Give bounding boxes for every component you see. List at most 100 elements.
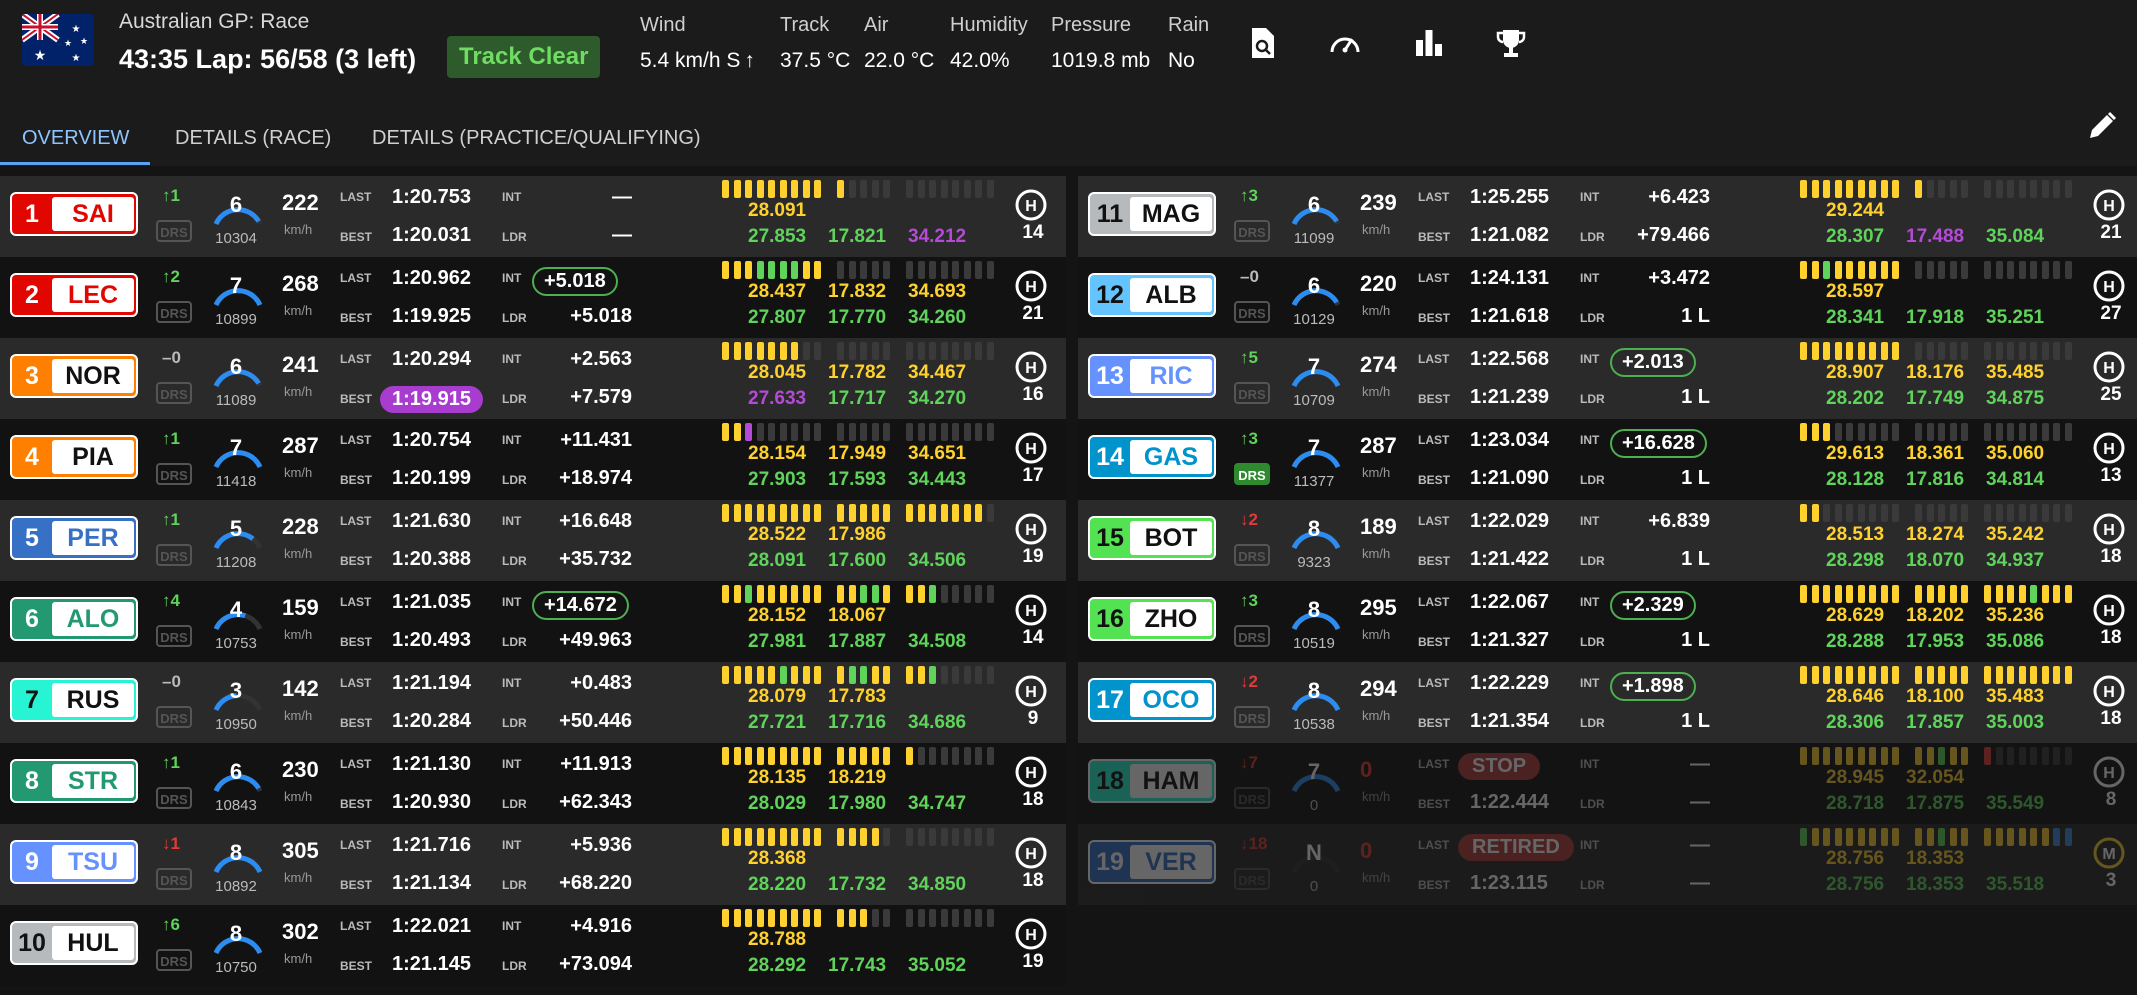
position-number: 8 [25, 767, 39, 795]
driver-badge[interactable]: 5 PER [10, 516, 138, 560]
mini-sector-bar [860, 180, 867, 198]
driver-row-tsu[interactable]: 9 TSU ↓1 DRS 8 10892 305 km/h LAST BEST … [0, 824, 1066, 905]
mini-sector-bar [814, 666, 821, 684]
driver-badge[interactable]: 12 ALB [1088, 273, 1216, 317]
driver-row-sai[interactable]: 1 SAI ↑1 DRS 6 10304 222 km/h LAST BEST … [0, 176, 1066, 257]
last-lap-time: 1:22.568 [1470, 348, 1549, 370]
mini-sector-bar [848, 342, 856, 360]
driver-row-lec[interactable]: 2 LEC ↑2 DRS 7 10899 268 km/h LAST BEST … [0, 257, 1066, 338]
trophy-icon[interactable] [1494, 26, 1528, 60]
driver-badge[interactable]: 17 OCO [1088, 678, 1216, 722]
tab-overview[interactable]: OVERVIEW [22, 116, 129, 160]
mini-sector-bar [1961, 585, 1968, 603]
mini-sector-bar [963, 585, 971, 603]
driver-badge[interactable]: 15 BOT [1088, 516, 1216, 560]
mini-sector-bar [929, 828, 936, 846]
drs-indicator: DRS [156, 463, 192, 485]
tyre-laps: 18 [1022, 789, 1044, 810]
mini-sector-bar [1800, 423, 1807, 441]
last-lap-time: 1:25.255 [1470, 186, 1549, 208]
position-number: 13 [1096, 362, 1124, 390]
last-lap-label: LAST [340, 271, 372, 285]
sector1-best: 28.756 [1826, 874, 1885, 895]
leader-gap-value: +49.963 [559, 629, 632, 651]
speed-unit: km/h [1362, 465, 1391, 480]
sector1-best: 28.718 [1826, 793, 1885, 814]
driver-row-rus[interactable]: 7 RUS –0 DRS 3 10950 142 km/h LAST BEST … [0, 662, 1066, 743]
mini-sector-bar [1949, 585, 1957, 603]
wind-label: Wind [640, 14, 686, 36]
driver-badge[interactable]: 6 ALO [10, 597, 138, 641]
driver-row-pia[interactable]: 4 PIA ↑1 DRS 7 11418 287 km/h LAST BEST … [0, 419, 1066, 500]
mini-sector-bar [722, 261, 729, 279]
pencil-edit-icon[interactable] [2085, 109, 2119, 143]
driver-badge[interactable]: 2 LEC [10, 273, 138, 317]
tab-details-practice-qualifying[interactable]: DETAILS (PRACTICE/QUALIFYING) [372, 116, 701, 160]
driver-row-mag[interactable]: 11 MAG ↑3 DRS 6 11099 239 km/h LAST BEST… [1078, 176, 2137, 257]
driver-code: STR [52, 764, 134, 798]
sector3-best: 35.003 [1986, 712, 2045, 733]
leader-gap-label: LDR [1580, 554, 1605, 568]
race-title: Australian GP: Race [119, 10, 310, 33]
bar-chart-icon[interactable] [1412, 26, 1446, 60]
driver-badge[interactable]: 9 TSU [10, 840, 138, 884]
drs-indicator: DRS [156, 382, 192, 404]
driver-badge[interactable]: 13 RIC [1088, 354, 1216, 398]
driver-badge[interactable]: 4 PIA [10, 435, 138, 479]
driver-row-bot[interactable]: 15 BOT ↓2 DRS 8 9323 189 km/h LAST BEST … [1078, 500, 2137, 581]
rain-readout: Rain No [1168, 14, 1209, 73]
mini-sector-bar [883, 180, 890, 198]
mini-sector-bar [860, 261, 867, 279]
best-lap-time: 1:21.422 [1470, 548, 1549, 570]
driver-row-gas[interactable]: 14 GAS ↑3 DRS 7 11377 287 km/h LAST BEST… [1078, 419, 2137, 500]
mini-sector-bar [1846, 504, 1853, 522]
last-lap-label: LAST [1418, 838, 1450, 852]
driver-badge[interactable]: 16 ZHO [1088, 597, 1216, 641]
mini-sectors [722, 504, 1012, 526]
driver-badge[interactable]: 10 HUL [10, 921, 138, 965]
sector2-current: 18.353 [1906, 848, 1965, 869]
driver-row-ver[interactable]: 19 VER ↓18 DRS N 0 0 km/h LAST BEST RETI… [1078, 824, 2137, 905]
interval-value: +6.423 [1648, 186, 1710, 208]
mini-sector-bar [733, 909, 741, 927]
driver-row-zho[interactable]: 16 ZHO ↑3 DRS 8 10519 295 km/h LAST BEST… [1078, 581, 2137, 662]
sector3-best: 34.443 [908, 469, 967, 490]
driver-row-ham[interactable]: 18 HAM ↓7 DRS 7 0 0 km/h LAST BEST STOP … [1078, 743, 2137, 824]
position-number: 12 [1096, 281, 1124, 309]
driver-row-nor[interactable]: 3 NOR –0 DRS 6 11089 241 km/h LAST BEST … [0, 338, 1066, 419]
speedometer-icon[interactable] [1328, 26, 1362, 60]
rpm-value: 11377 [1293, 473, 1335, 490]
mini-sector-bar [2030, 261, 2037, 279]
mini-sector-bar [814, 423, 821, 441]
tyre-laps: 19 [1022, 546, 1044, 567]
mini-sector-bar [722, 423, 729, 441]
driver-badge[interactable]: 11 MAG [1088, 192, 1216, 236]
driver-badge[interactable]: 1 SAI [10, 192, 138, 236]
mini-sector-bar [929, 342, 936, 360]
driver-badge[interactable]: 3 NOR [10, 354, 138, 398]
tab-details-race[interactable]: DETAILS (RACE) [175, 116, 331, 160]
mini-sector-bar [733, 423, 741, 441]
driver-badge[interactable]: 18 HAM [1088, 759, 1216, 803]
driver-row-hul[interactable]: 10 HUL ↑6 DRS 8 10750 302 km/h LAST BEST… [0, 905, 1066, 986]
mini-sector-bar [745, 504, 752, 522]
gear-value: 5 [229, 516, 243, 541]
mini-sector-bar [1857, 423, 1865, 441]
document-search-icon[interactable] [1246, 26, 1280, 60]
driver-badge[interactable]: 14 GAS [1088, 435, 1216, 479]
driver-row-str[interactable]: 8 STR ↑1 DRS 6 10843 230 km/h LAST BEST … [0, 743, 1066, 824]
driver-badge[interactable]: 8 STR [10, 759, 138, 803]
driver-row-alb[interactable]: 12 ALB –0 DRS 6 10129 220 km/h LAST BEST… [1078, 257, 2137, 338]
driver-row-per[interactable]: 5 PER ↑1 DRS 5 11208 228 km/h LAST BEST … [0, 500, 1066, 581]
pressure-label: Pressure [1051, 14, 1132, 36]
mini-sector-bar [986, 666, 994, 684]
driver-badge[interactable]: 19 VER [1088, 840, 1216, 884]
driver-row-ric[interactable]: 13 RIC ↑5 DRS 7 10709 274 km/h LAST BEST… [1078, 338, 2137, 419]
driver-row-alo[interactable]: 6 ALO ↑4 DRS 4 10753 159 km/h LAST BEST … [0, 581, 1066, 662]
sector1-current: 28.756 [1826, 848, 1885, 869]
driver-badge[interactable]: 7 RUS [10, 678, 138, 722]
sector2-current: 17.783 [828, 686, 887, 707]
mini-sector-bar [2041, 828, 2049, 846]
driver-row-oco[interactable]: 17 OCO ↓2 DRS 8 10538 294 km/h LAST BEST… [1078, 662, 2137, 743]
svg-text:★: ★ [72, 53, 81, 64]
